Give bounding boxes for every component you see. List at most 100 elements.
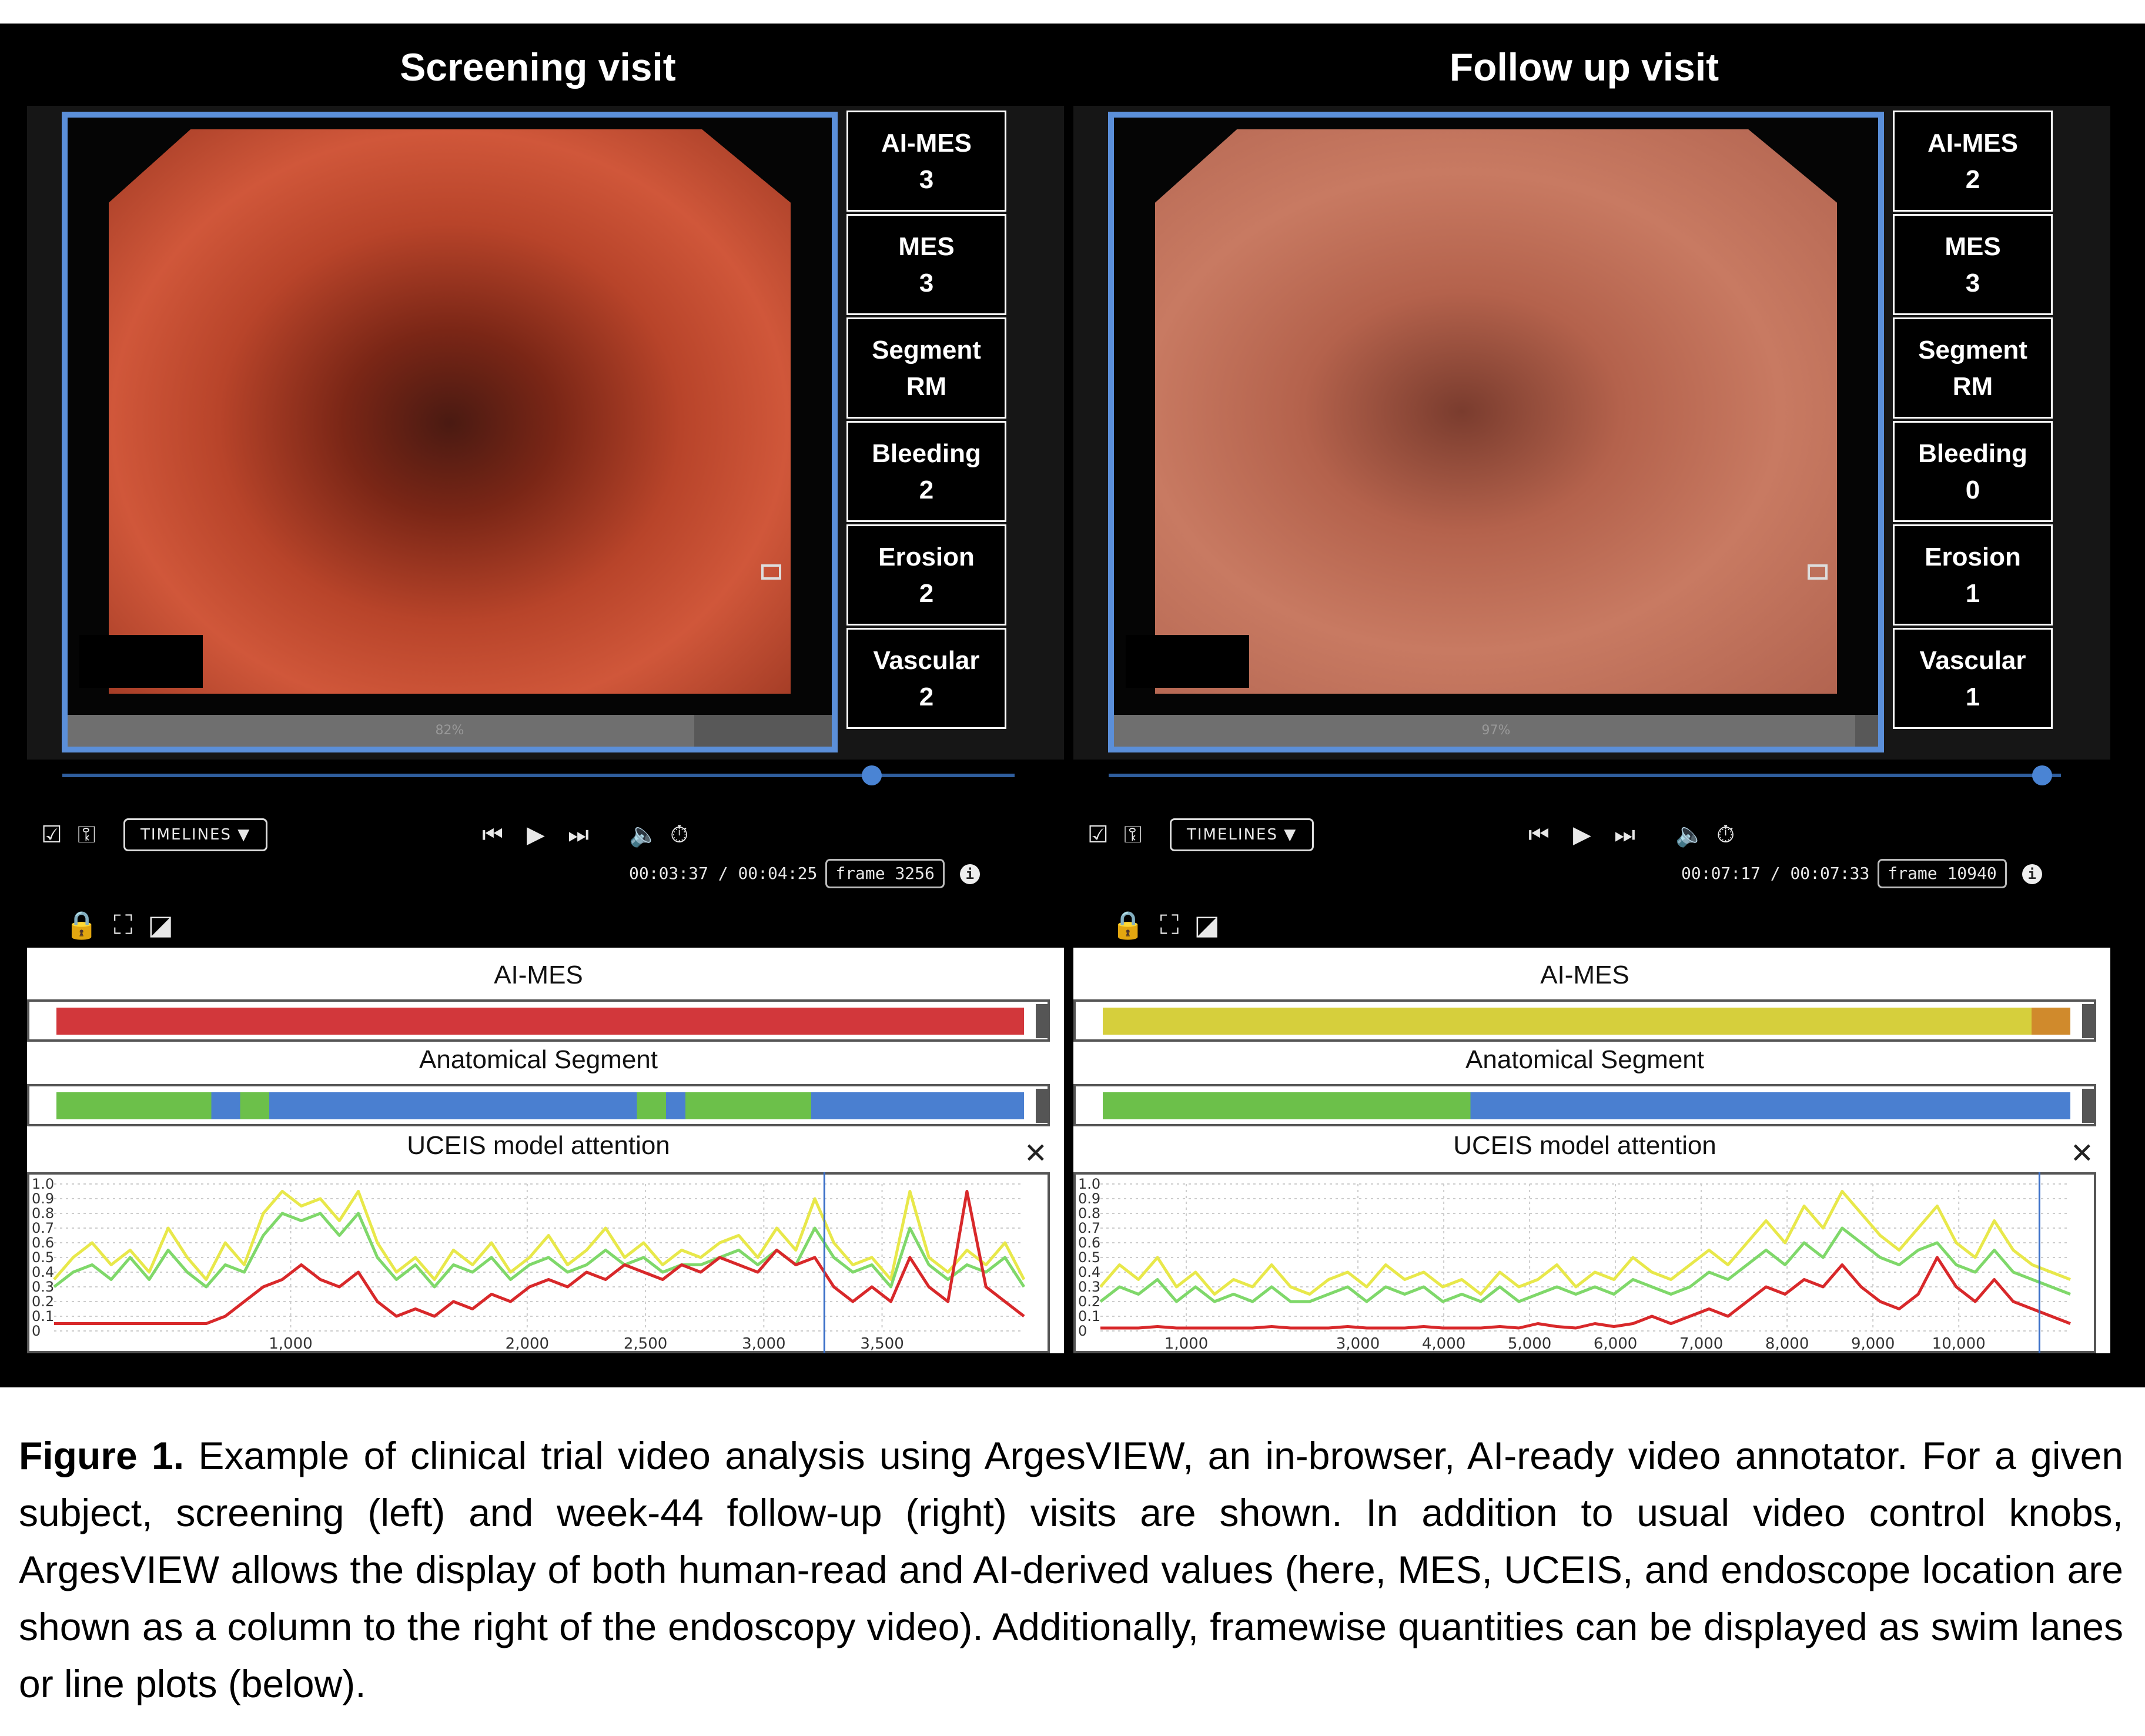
x-tick-label: 1,000 — [269, 1335, 312, 1353]
skip-back-icon[interactable]: ⏮ — [1528, 818, 1550, 851]
x-tick-label: 10,000 — [1932, 1335, 1986, 1353]
lock-icon[interactable]: 🔒 — [65, 909, 98, 941]
endoscopy-video[interactable]: 82% — [62, 112, 838, 752]
attention-chart: 1.00.90.80.70.60.50.40.30.20.10 1,000 2,00… — [27, 1172, 1050, 1353]
total-time: 00:07:33 — [1790, 864, 1870, 883]
lane-title-ai-mes: AI-MES — [494, 961, 583, 989]
lane-segment[interactable] — [27, 1084, 1050, 1126]
frame-counter[interactable]: frame 3256 — [825, 859, 945, 888]
time-readout: 00:03:37 / 00:04:25 frame 3256 i — [629, 857, 980, 892]
score-label: Segment — [872, 336, 981, 364]
volume-icon[interactable]: 🔈 — [629, 818, 658, 851]
contrast-icon[interactable]: ◪ — [1194, 909, 1219, 941]
score-value: 0 — [1965, 476, 1980, 504]
score-value: 1 — [1965, 579, 1980, 608]
y-tick-label: 0.9 — [1078, 1190, 1100, 1207]
score-value: 3 — [919, 269, 934, 297]
focus-icon[interactable]: ⛶ — [113, 909, 132, 942]
y-tick-label: 0.2 — [32, 1293, 54, 1310]
panel-follow-up: Follow up visit 97% AI-MES 2 MES 3 Segment… — [1058, 24, 2110, 1387]
key-icon[interactable]: ⚿ — [1124, 818, 1142, 851]
figure-screenshot: Screening visit 82% AI-MES 3 MES 3 Segment… — [0, 24, 2145, 1387]
lane-segment[interactable] — [1073, 1084, 2096, 1126]
frame-counter[interactable]: frame 10940 — [1878, 859, 2007, 888]
video-scrubber[interactable] — [1109, 765, 2061, 785]
panel-screening: Screening visit 82% AI-MES 3 MES 3 Segment… — [12, 24, 1064, 1387]
close-icon[interactable]: ✕ — [2070, 1137, 2094, 1170]
segment-bar — [1103, 1092, 2070, 1119]
time-readout: 00:07:17 / 00:07:33 frame 10940 i — [1681, 857, 2042, 892]
lane-title-segment: Anatomical Segment — [419, 1045, 658, 1074]
figure-caption: Figure 1. Example of clinical trial vide… — [19, 1427, 2123, 1712]
y-tick-label: 0.8 — [1078, 1205, 1100, 1222]
x-tick-label: 3,000 — [1336, 1335, 1380, 1353]
caption-label: Figure 1. — [19, 1434, 185, 1477]
close-icon[interactable]: ✕ — [1024, 1137, 1048, 1170]
x-tick-label: 2,000 — [506, 1335, 549, 1353]
video-scrubber[interactable] — [62, 765, 1015, 785]
x-tick-label: 8,000 — [1765, 1335, 1809, 1353]
score-label: AI-MES — [1928, 129, 2018, 158]
y-tick-label: 0.5 — [32, 1249, 54, 1266]
endoscopy-video[interactable]: 97% — [1108, 112, 1884, 752]
score-segment: Segment RM — [846, 317, 1006, 419]
y-tick-label: 0.6 — [32, 1235, 54, 1251]
score-value: 3 — [919, 165, 934, 194]
play-icon[interactable]: ▶ — [527, 818, 545, 851]
volume-icon[interactable]: 🔈 — [1675, 818, 1705, 851]
lane-ai-mes[interactable] — [27, 999, 1050, 1042]
score-vascular: Vascular 1 — [1893, 628, 2053, 729]
x-tick-label: 5,000 — [1508, 1335, 1551, 1353]
redaction-box — [79, 635, 203, 688]
score-vascular: Vascular 2 — [846, 628, 1006, 729]
x-tick-label: 7,000 — [1679, 1335, 1723, 1353]
y-tick-label: 0.5 — [1078, 1249, 1100, 1266]
panel-title: Follow up visit — [1449, 45, 1719, 89]
info-icon[interactable]: i — [959, 864, 980, 884]
attention-chart: 1.00.90.80.70.60.50.40.30.20.10 1,000 3,00… — [1073, 1172, 2096, 1353]
key-icon[interactable]: ⚿ — [78, 818, 95, 851]
y-tick-label: 1.0 — [32, 1176, 54, 1192]
scrubber-knob[interactable] — [2032, 765, 2052, 785]
ai-mes-bar — [56, 1008, 1024, 1035]
checkbox-icon[interactable]: ☑ — [1087, 818, 1109, 851]
skip-forward-icon[interactable]: ⏭ — [568, 818, 589, 851]
tool-row: 🔒 ⛶ ◪ — [1111, 909, 1235, 944]
timelines-panel: AI-MES Anatomical Segment UCEIS model at… — [1073, 948, 2110, 1353]
timelines-dropdown[interactable]: TIMELINES ▼ — [1170, 818, 1314, 851]
y-tick-label: 0.9 — [32, 1190, 54, 1207]
picture-in-picture-icon[interactable] — [1808, 564, 1828, 580]
y-tick-label: 1.0 — [1078, 1176, 1100, 1192]
chevron-down-icon: ▼ — [237, 826, 251, 844]
play-icon[interactable]: ▶ — [1573, 818, 1591, 851]
score-mes: MES 3 — [846, 214, 1006, 315]
scrubber-knob[interactable] — [862, 765, 882, 785]
lock-icon[interactable]: 🔒 — [1111, 909, 1145, 941]
score-bleeding: Bleeding 2 — [846, 421, 1006, 522]
contrast-icon[interactable]: ◪ — [148, 909, 173, 941]
skip-forward-icon[interactable]: ⏭ — [1614, 818, 1635, 851]
score-label: MES — [1945, 232, 2001, 261]
score-label: AI-MES — [881, 129, 972, 158]
speed-icon[interactable]: ⏱ — [1716, 818, 1735, 851]
picture-in-picture-icon[interactable] — [761, 564, 781, 580]
caption-text: Example of clinical trial video analysis… — [19, 1434, 2123, 1705]
score-erosion: Erosion 1 — [1893, 524, 2053, 626]
y-tick-label: 0.8 — [32, 1205, 54, 1222]
score-value: RM — [906, 372, 947, 401]
focus-icon[interactable]: ⛶ — [1160, 909, 1179, 942]
timelines-label: TIMELINES — [1187, 826, 1278, 844]
checkbox-icon[interactable]: ☑ — [41, 818, 62, 851]
score-ai-mes: AI-MES 3 — [846, 111, 1006, 212]
y-tick-label: 0.6 — [1078, 1235, 1100, 1251]
buffer-bar: 97% — [1114, 715, 1878, 747]
controls-row: ☑ ⚿ TIMELINES ▼ ⏮ ▶ ⏭ 🔈 ⏱ — [41, 818, 1029, 859]
timelines-dropdown[interactable]: TIMELINES ▼ — [123, 818, 268, 851]
y-tick-label: 0.3 — [1078, 1279, 1100, 1295]
skip-back-icon[interactable]: ⏮ — [482, 818, 503, 851]
speed-icon[interactable]: ⏱ — [670, 818, 688, 851]
score-label: Segment — [1918, 336, 2027, 364]
lane-ai-mes[interactable] — [1073, 999, 2096, 1042]
info-icon[interactable]: i — [2022, 864, 2042, 884]
x-tick-label: 4,000 — [1422, 1335, 1465, 1353]
